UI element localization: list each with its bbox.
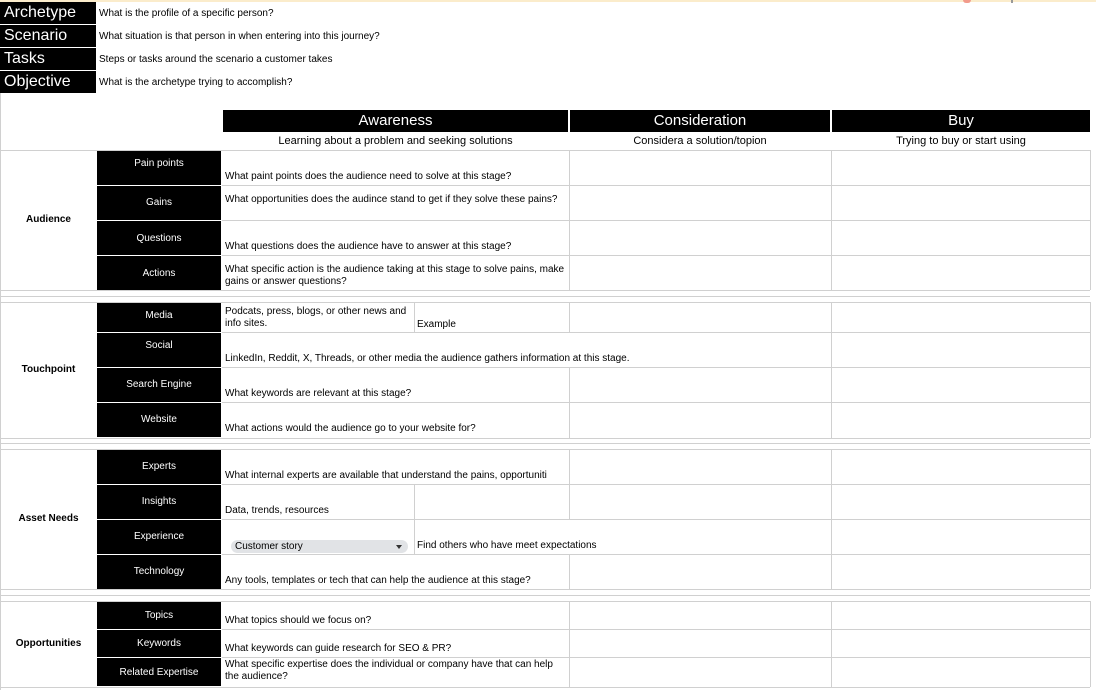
cell-related-expertise-awareness[interactable]: What specific expertise does the individ…	[225, 659, 565, 683]
dropdown-arrow-icon[interactable]	[396, 545, 402, 549]
row-label-search-engine[interactable]: Search Engine	[97, 368, 221, 402]
cell-keywords-awareness[interactable]: What keywords can guide research for SEO…	[225, 643, 569, 655]
grid-hline	[222, 255, 1090, 256]
row-label-pain-points[interactable]: Pain points	[97, 151, 221, 185]
cell-website-awareness[interactable]: What actions would the audience go to yo…	[225, 423, 569, 435]
meta-row-objective: Objective What is the archetype trying t…	[0, 71, 700, 93]
grid-vline	[569, 601, 570, 687]
meta-value[interactable]: What is the archetype trying to accompli…	[99, 71, 292, 93]
dropdown-value: Customer story	[235, 541, 303, 552]
grid-hline	[222, 402, 1090, 403]
meta-value[interactable]: What situation is that person in when en…	[99, 25, 380, 47]
row-label-social[interactable]: Social	[97, 333, 221, 367]
grid-hline	[0, 290, 1090, 291]
grid-vline	[831, 449, 832, 589]
grid-hline	[0, 687, 1090, 688]
row-label-technology[interactable]: Technology	[97, 555, 221, 589]
grid-vline	[1090, 601, 1091, 687]
grid-vline	[414, 302, 415, 332]
cell-insights-awareness[interactable]: Data, trends, resources	[225, 505, 410, 517]
row-label-experience[interactable]: Experience	[97, 520, 221, 554]
grid-vline	[831, 302, 832, 438]
grid-hline	[0, 595, 1090, 596]
meta-value[interactable]: What is the profile of a specific person…	[99, 2, 274, 24]
grid-hline	[222, 484, 1090, 485]
stage-header-consideration[interactable]: Consideration	[570, 110, 830, 132]
grid-vline	[831, 601, 832, 687]
cell-topics-awareness[interactable]: What topics should we focus on?	[225, 615, 569, 627]
stage-header-buy[interactable]: Buy	[832, 110, 1090, 132]
stage-subtitle-consideration[interactable]: Considera a solution/topion	[570, 133, 830, 150]
row-label-insights[interactable]: Insights	[97, 485, 221, 519]
asset-type-dropdown[interactable]: Customer story	[231, 540, 408, 553]
cell-pain-points-awareness[interactable]: What paint points does the audience need…	[225, 171, 569, 183]
grid-hline	[222, 185, 1090, 186]
row-label-questions[interactable]: Questions	[97, 221, 221, 255]
grid-vline	[569, 150, 570, 290]
grid-hline	[222, 367, 1090, 368]
cell-questions-awareness[interactable]: What questions does the audience have to…	[225, 241, 569, 253]
cell-actions-awareness[interactable]: What specific action is the audience tak…	[225, 264, 565, 288]
cell-media-example[interactable]: Example	[417, 319, 567, 331]
grid-vline	[1090, 449, 1091, 589]
stage-header-awareness[interactable]: Awareness	[223, 110, 568, 132]
section-label-asset-needs[interactable]: Asset Needs	[0, 449, 97, 589]
row-label-topics[interactable]: Topics	[97, 602, 221, 629]
grid-hline	[0, 296, 1090, 297]
grid-vline	[569, 554, 570, 589]
top-partial-marker	[1011, 0, 1013, 3]
top-partial-icon	[963, 0, 971, 3]
row-label-keywords[interactable]: Keywords	[97, 630, 221, 657]
grid-hline	[222, 332, 1090, 333]
stage-subtitle-buy[interactable]: Trying to buy or start using	[832, 133, 1090, 150]
section-label-touchpoint[interactable]: Touchpoint	[0, 302, 97, 438]
grid-hline	[0, 443, 1090, 444]
grid-hline	[222, 554, 1090, 555]
row-label-gains[interactable]: Gains	[97, 186, 221, 220]
row-label-website[interactable]: Website	[97, 403, 221, 437]
stage-subtitle-awareness[interactable]: Learning about a problem and seeking sol…	[223, 133, 568, 150]
grid-vline	[569, 449, 570, 484]
grid-hline	[222, 657, 1090, 658]
meta-row-tasks: Tasks Steps or tasks around the scenario…	[0, 48, 700, 70]
meta-value[interactable]: Steps or tasks around the scenario a cus…	[99, 48, 332, 70]
grid-hline	[0, 438, 1090, 439]
row-label-related-expertise[interactable]: Related Expertise	[97, 658, 221, 686]
grid-vline	[569, 367, 570, 438]
cell-social-awareness[interactable]: LinkedIn, Reddit, X, Threads, or other m…	[225, 353, 825, 365]
grid-hline	[0, 589, 1090, 590]
row-label-media[interactable]: Media	[97, 303, 221, 332]
meta-label[interactable]: Scenario	[0, 25, 96, 47]
grid-vline	[1090, 302, 1091, 438]
meta-row-scenario: Scenario What situation is that person i…	[0, 25, 700, 47]
grid-hline	[222, 220, 1090, 221]
meta-label[interactable]: Tasks	[0, 48, 96, 70]
section-label-audience[interactable]: Audience	[0, 150, 97, 290]
meta-label[interactable]: Archetype	[0, 2, 96, 24]
grid-hline	[222, 629, 1090, 630]
cell-search-engine-awareness[interactable]: What keywords are relevant at this stage…	[225, 388, 569, 400]
grid-vline	[569, 302, 570, 332]
grid-vline	[569, 484, 570, 519]
cell-experts-awareness[interactable]: What internal experts are available that…	[225, 470, 569, 482]
cell-gains-awareness[interactable]: What opportunities does the audince stan…	[225, 194, 565, 206]
grid-vline	[414, 484, 415, 554]
meta-label[interactable]: Objective	[0, 71, 96, 93]
grid-hline	[222, 519, 1090, 520]
cell-experience-awareness[interactable]: Find others who have meet expectations	[417, 540, 817, 552]
row-label-actions[interactable]: Actions	[97, 256, 221, 290]
cell-media-awareness[interactable]: Podcats, press, blogs, or other news and…	[225, 306, 410, 330]
cell-technology-awareness[interactable]: Any tools, templates or tech that can he…	[225, 575, 569, 587]
section-label-opportunities[interactable]: Opportunities	[0, 601, 97, 687]
grid-vline	[831, 150, 832, 290]
row-label-experts[interactable]: Experts	[97, 450, 221, 484]
meta-row-archetype: Archetype What is the profile of a speci…	[0, 2, 700, 24]
grid-vline	[1090, 150, 1091, 290]
